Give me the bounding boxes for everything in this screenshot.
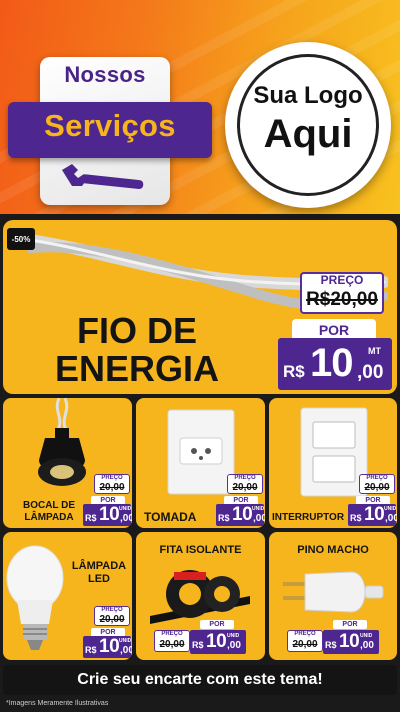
old-price-value: 20,00: [99, 614, 125, 625]
old-price-label: PREÇO: [101, 607, 123, 613]
product-card-tomada[interactable]: TOMADA PREÇO 20,00 POR R$ 10 ,00 UNID: [136, 398, 265, 528]
product-card-lampada-led[interactable]: LÂMPADA LED PREÇO 20,00 POR R$ 10 ,00 UN…: [3, 532, 132, 660]
price-decimal: ,00: [357, 362, 384, 383]
old-price-label: PREÇO: [294, 631, 316, 637]
cta-banner[interactable]: Crie seu encarte com este tema!: [3, 665, 397, 695]
price-decimal: ,00: [120, 645, 132, 656]
price-unit: UNID: [119, 638, 132, 644]
logo-text-line1: Sua Logo: [253, 82, 363, 109]
price-integer: 10: [99, 636, 120, 657]
product-name: LÂMPADA LED: [71, 560, 127, 585]
price-decimal: ,00: [120, 513, 132, 524]
price-currency: R$: [85, 513, 97, 523]
old-price-value: 20,00: [99, 482, 125, 493]
product-name: INTERRUPTOR: [272, 512, 345, 523]
product-name: TOMADA: [144, 510, 197, 524]
product-card-pino-macho[interactable]: PINO MACHO PREÇO 20,00 POR R$ 10 ,00 UNI…: [269, 532, 397, 660]
price-unit: UNID: [119, 506, 132, 512]
price-integer: 10: [206, 631, 227, 652]
price-currency: R$: [85, 645, 97, 655]
price-currency: R$: [218, 513, 230, 523]
product-card-fita-isolante[interactable]: FITA ISOLANTE PREÇO 20,00 POR R$ 10 ,00 …: [136, 532, 265, 660]
price-unit: MT: [368, 346, 381, 356]
product-name: BOCAL DE LÂMPADA: [22, 500, 76, 523]
price-currency: R$: [350, 513, 362, 523]
product-name: PINO MACHO: [297, 544, 369, 556]
product-card-bocal[interactable]: BOCAL DE LÂMPADA PREÇO 20,00 POR R$ 10 ,…: [3, 398, 132, 528]
old-price-value: 20,00: [232, 482, 258, 493]
led-bulb-image: [6, 545, 64, 650]
disclaimer-text: *Imagens Meramente Ilustrativas: [6, 700, 109, 707]
price-integer: 10: [310, 341, 353, 385]
old-price-label: PREÇO: [234, 475, 256, 481]
outlet-image: [167, 409, 235, 495]
price-integer: 10: [232, 504, 253, 525]
old-price-value: 20,00: [159, 639, 185, 650]
price-integer: 10: [339, 631, 360, 652]
price-unit: UNID: [384, 506, 397, 512]
featured-product-title: FIO DE ENERGIA: [54, 310, 220, 389]
old-price-label: PREÇO: [101, 475, 123, 481]
price-decimal: ,00: [360, 640, 374, 651]
lamp-socket-image: [38, 398, 86, 486]
logo-text-line2: Aqui: [263, 112, 353, 156]
price-integer: 10: [364, 504, 385, 525]
price-decimal: ,00: [227, 640, 241, 651]
old-price-label: PREÇO: [320, 273, 364, 287]
por-label: POR: [333, 620, 367, 629]
price-currency: R$: [192, 640, 204, 650]
wrench-icon: [62, 164, 144, 190]
price-integer: 10: [99, 504, 120, 525]
product-card-interruptor[interactable]: INTERRUPTOR PREÇO 20,00 POR R$ 10 ,00 UN…: [269, 398, 397, 528]
product-name: FITA ISOLANTE: [159, 544, 242, 556]
old-price-label: PREÇO: [366, 475, 388, 481]
old-price-value: 20,00: [292, 639, 318, 650]
price-currency: R$: [325, 640, 337, 650]
discount-badge: -50%: [7, 228, 35, 250]
price-decimal: ,00: [385, 513, 397, 524]
plug-image: [283, 571, 384, 613]
tape-image: [150, 570, 250, 624]
por-label: POR: [200, 620, 234, 629]
brand-title-top: Nossos: [64, 62, 146, 87]
old-price-label: PREÇO: [161, 631, 183, 637]
brand-title-bottom: Serviços: [44, 108, 176, 143]
price-unit: UNID: [252, 506, 265, 512]
price-currency: R$: [283, 362, 305, 381]
old-price-value: 20,00: [364, 482, 390, 493]
price-unit: UNID: [227, 633, 240, 639]
old-price-value: R$20,00: [306, 289, 378, 310]
price-decimal: ,00: [253, 513, 265, 524]
price-unit: UNID: [360, 633, 373, 639]
